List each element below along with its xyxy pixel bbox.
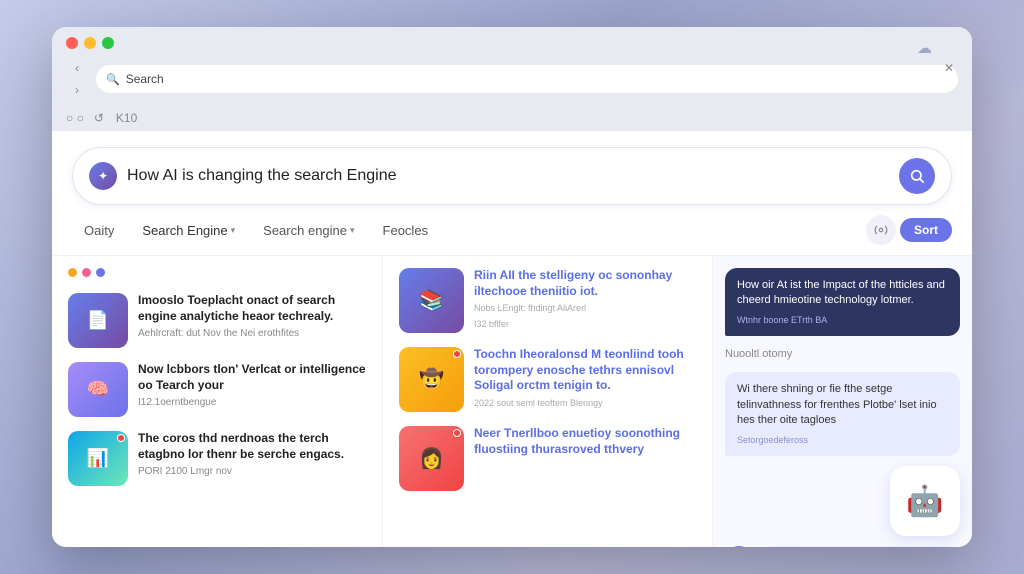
last-chat-bubble: Asr etrhel ao ptorralesed phtylutyolrsto… (761, 546, 960, 547)
result-source-2: I12.1oerntbengue (138, 396, 366, 410)
right-chat-col: How oir At ist the Impact of the htticle… (712, 256, 972, 547)
brain-icon: 🧠 (87, 379, 109, 400)
search-query-text: How AI is changing the search Engine (127, 167, 889, 185)
close-button[interactable] (66, 37, 78, 49)
left-result-1[interactable]: 📄 Imooslo Toeplacht onact of search engi… (68, 293, 366, 348)
fullscreen-button[interactable] (102, 37, 114, 49)
mid-result-2[interactable]: 🤠 Toochn Iheoralonsd M teonliind tooh to… (399, 347, 696, 412)
mid-title-1: Riin AII the stelligeny oc sononhay ilte… (474, 268, 696, 299)
mid-text-1: Riin AII the stelligeny oc sononhay ilte… (474, 268, 696, 333)
reload-btn[interactable]: ↺ (94, 111, 104, 125)
mid-thumb-3: 👩 (399, 426, 464, 491)
results-area: 📄 Imooslo Toeplacht onact of search engi… (52, 256, 972, 547)
filter-settings-button[interactable] (866, 215, 896, 245)
notification-dot-3 (453, 429, 461, 437)
forward-icon: › (75, 83, 79, 97)
result-thumb-1: 📄 (68, 293, 128, 348)
search-logo: ✦ (89, 162, 117, 190)
dot-orange (68, 268, 77, 277)
dark-bubble-text: How oir At ist the Impact of the htticle… (737, 279, 945, 306)
tab-feocles[interactable]: Feocles (371, 218, 441, 243)
mid-result-1[interactable]: 📚 Riin AII the stelligeny oc sononhay il… (399, 268, 696, 333)
back-icon: ‹ (75, 61, 79, 75)
address-bar-text: Search (126, 72, 948, 86)
chevron-down-icon-2: ▾ (350, 225, 355, 236)
tab-search-engine-2[interactable]: Search engine ▾ (251, 218, 366, 243)
nav-text: K10 (116, 111, 137, 125)
tab-oaity[interactable]: Oaity (72, 218, 126, 243)
left-results-col: 📄 Imooslo Toeplacht onact of search engi… (52, 256, 382, 547)
address-bar[interactable]: 🔍 Search (96, 65, 958, 93)
search-icon-sm: 🔍 (106, 73, 120, 86)
filter-tabs: Oaity Search Engine ▾ Search engine ▾ Fe… (52, 205, 972, 256)
book-icon: 📚 (419, 288, 444, 313)
mid-result-3[interactable]: 👩 Neer Tnerllboo enuetioy soonothing flu… (399, 426, 696, 491)
mid-source-1: Nobs LEnglt: fhdingt AliArerl (474, 302, 696, 315)
mid-source-2: 2022 sout seml teoftem Blenngy (474, 397, 696, 410)
mid-title-2: Toochn Iheoralonsd M teonliind tooh toro… (474, 347, 696, 394)
left-result-2[interactable]: 🧠 Now lcbbors tlon' Verlcat or intellige… (68, 362, 366, 417)
person-icon-2: 👩 (419, 446, 444, 471)
result-text-1: Imooslo Toeplacht onact of search engine… (138, 293, 366, 341)
result-title-2: Now lcbbors tlon' Verlcat or intelligenc… (138, 362, 366, 393)
last-chat-row: 👤 Asr etrhel ao ptorralesed phtylutyolrs… (725, 546, 960, 547)
result-thumb-2: 🧠 (68, 362, 128, 417)
nav-icon-1: ○ ○ (66, 111, 84, 125)
chevron-down-icon: ▾ (231, 225, 236, 236)
dark-chat-bubble: How oir At ist the Impact of the htticle… (725, 268, 960, 336)
dot-pink (82, 268, 91, 277)
result-text-3: The coros thd nerdnoas the terch etagbno… (138, 431, 366, 479)
tab-search-engine[interactable]: Search Engine ▾ (130, 218, 247, 243)
page-content: ✦ How AI is changing the search Engine O… (52, 131, 972, 547)
sort-button[interactable]: Sort (900, 218, 952, 242)
bot-icon: 🤖 (906, 484, 943, 519)
result-title-3: The coros thd nerdnoas the terch etagbno… (138, 431, 366, 462)
notification-dot (117, 434, 125, 442)
logo-icon: ✦ (98, 169, 108, 183)
col-dots (68, 268, 366, 277)
close-icon: ✕ (944, 61, 954, 75)
back-button[interactable]: ‹ (66, 57, 88, 79)
notification-dot-2 (453, 350, 461, 358)
left-result-3[interactable]: 📊 The coros thd nerdnoas the terch etagb… (68, 431, 366, 486)
browser-chrome: ‹ › 🔍 Search ☁ ✕ ○ ○ ↺ K10 (52, 27, 972, 131)
small-avatar: 👤 (725, 546, 753, 547)
dark-bubble-source: Wtnhr boone ETrth BA (737, 314, 948, 327)
mid-thumb-1: 📚 (399, 268, 464, 333)
address-bar-row: ‹ › 🔍 Search ☁ ✕ (66, 57, 958, 101)
light-bubble-text: Wi there shning or fie fthe setge telinv… (737, 383, 937, 426)
mid-results-col: 📚 Riin AII the stelligeny oc sononhay il… (382, 256, 712, 547)
forward-button[interactable]: › (66, 79, 88, 101)
result-thumb-3: 📊 (68, 431, 128, 486)
browser-nav-row: ○ ○ ↺ K10 (66, 107, 958, 131)
browser-window: ‹ › 🔍 Search ☁ ✕ ○ ○ ↺ K10 ✦ (52, 27, 972, 547)
cloud-icon: ☁ (917, 39, 932, 57)
mid-thumb-2: 🤠 (399, 347, 464, 412)
result-title-1: Imooslo Toeplacht onact of search engine… (138, 293, 366, 324)
light-chat-bubble: Wi there shning or fie fthe setge telinv… (725, 372, 960, 456)
ai-bot-card: 🤖 (890, 466, 960, 536)
chart-icon: 📊 (87, 448, 109, 469)
result-source-3: PORI 2100 Lmgr nov (138, 465, 366, 479)
nav-buttons: ‹ › (66, 57, 88, 101)
result-source-1: Aehlrcraft: dut Nov the Nei erothfites (138, 327, 366, 341)
result-text-2: Now lcbbors tlon' Verlcat or intelligenc… (138, 362, 366, 410)
search-button[interactable] (899, 158, 935, 194)
mid-text-3: Neer Tnerllboo enuetioy soonothing fluos… (474, 426, 696, 491)
search-header: ✦ How AI is changing the search Engine (52, 131, 972, 205)
chat-label: Nuooltl otomy (725, 346, 960, 362)
light-bubble-source: Setorgoedefeross (737, 434, 948, 447)
minimize-button[interactable] (84, 37, 96, 49)
ai-avatar-row: 🤖 (725, 466, 960, 536)
mid-meta-1: I32 bflfer (474, 318, 696, 331)
dot-blue (96, 268, 105, 277)
main-search-bar: ✦ How AI is changing the search Engine (72, 147, 952, 205)
traffic-lights (66, 37, 958, 49)
doc-icon: 📄 (87, 310, 109, 331)
mid-title-3: Neer Tnerllboo enuetioy soonothing fluos… (474, 426, 696, 457)
mid-text-2: Toochn Iheoralonsd M teonliind tooh toro… (474, 347, 696, 412)
person-icon-1: 🤠 (419, 367, 444, 392)
